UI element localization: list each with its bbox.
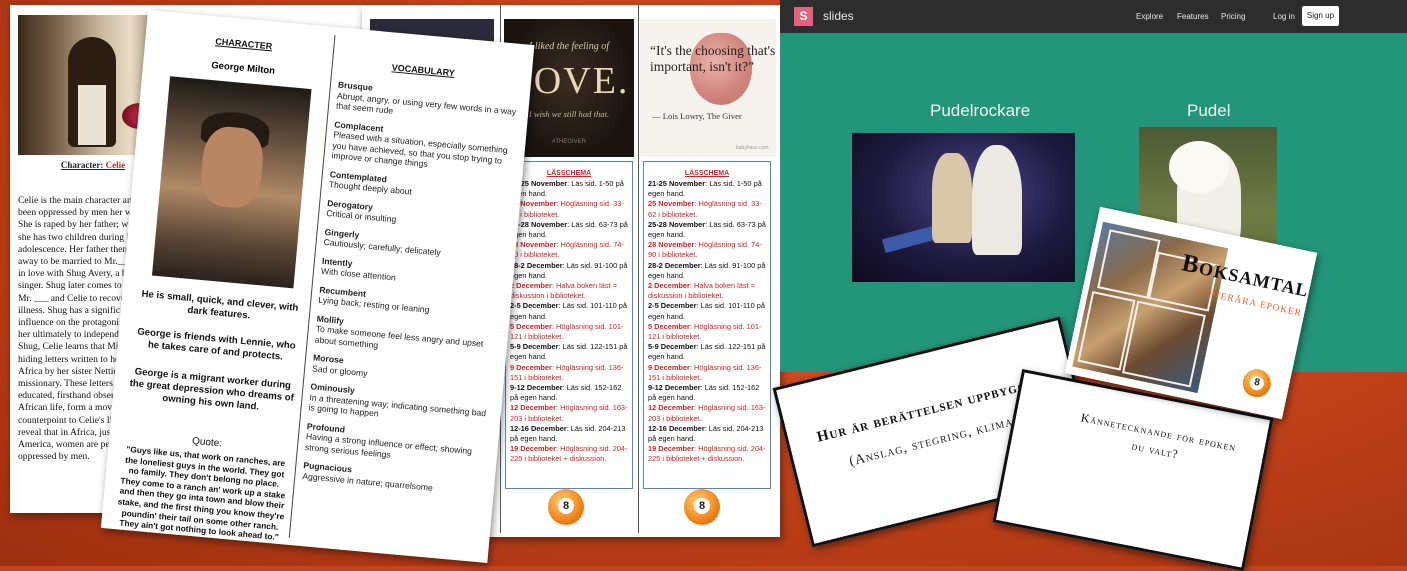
schedule-entry: 9-12 December: Läs sid. 152-162 på egen … — [510, 383, 622, 403]
schedule-entry: 5 December: Högläsning sid. 101-121 i bi… — [510, 321, 624, 342]
nav-log-in[interactable]: Log in — [1273, 12, 1295, 21]
eight-ball-icon: 8 — [684, 489, 720, 525]
schedule-entry: 28-2 December: Läs sid. 91-100 på egen h… — [510, 260, 628, 280]
schedule-entry: 12-16 December: Läs sid. 204-213 på egen… — [648, 423, 764, 444]
schedule-entry: 25 November: Högläsning sid. 33-62 i bib… — [510, 199, 624, 219]
vocabulary-heading: VOCABULARY — [391, 62, 456, 79]
quote-text: "Guys like us, that work on ranches, are… — [117, 443, 286, 543]
schedule-title: LÄSSCHEMA — [684, 170, 730, 177]
schedule-entry: 28 November: Högläsning sid. 74-90 i bib… — [648, 240, 762, 260]
reading-schedule-box: LÄSSCHEMA 21-25 November: Läs sid. 1-50 … — [505, 161, 633, 489]
schedule-entry: 5 December: Högläsning sid. 101-121 i bi… — [648, 321, 762, 342]
schedule-entry: 2-5 December: Läs sid. 101-110 på egen h… — [648, 301, 765, 321]
slides-topbar: S slides Explore Features Pricing Log in… — [780, 0, 1407, 33]
schedule-entry: 12-16 December: Läs sid. 204-213 på egen… — [510, 423, 626, 444]
schedule-entry: 12 December: Högläsning sid. 163-203 i b… — [510, 403, 628, 423]
schedule-entry: 28 November: Högläsning sid. 74-90 i bib… — [510, 240, 624, 260]
character-description: George is a migrant worker during the gr… — [129, 366, 295, 413]
slides-brand[interactable]: slides — [823, 9, 854, 23]
schedule-entry: 2 December: Halva boken läst = diskussio… — [510, 281, 618, 301]
character-description: George is friends with Lennie, who he ta… — [136, 326, 297, 363]
schedule-entry: 9 December: Högläsning sid. 136-151 i bi… — [648, 362, 762, 382]
schedule-entry: 12 December: Högläsning sid. 163-203 i b… — [648, 403, 766, 423]
schedule-entry: 5-9 December: Läs sid. 122-151 på egen h… — [648, 342, 766, 362]
schedule-entry: 19 December: Högläsning sid. 204-225 i b… — [648, 444, 766, 464]
schedule-entry: 5-9 December: Läs sid. 122-151 på egen h… — [510, 342, 628, 362]
question-heading: Kännetecknande för epoken du valt? — [1079, 410, 1238, 462]
character-name: George Milton — [210, 59, 276, 77]
character-heading: CHARACTER — [214, 36, 273, 52]
nav-explore[interactable]: Explore — [1136, 12, 1163, 21]
slides-logo-icon[interactable]: S — [794, 7, 813, 26]
rockers-photo — [852, 133, 1075, 282]
giver-quote-image: “It's the choosing that's important, isn… — [640, 19, 776, 157]
schedule-entry: 21-25 November: Läs sid. 1-50 på egen ha… — [510, 179, 624, 199]
eight-ball-icon: 8 — [548, 489, 584, 525]
sign-up-button[interactable]: Sign up — [1302, 6, 1339, 26]
schedule-entry: 2 December: Halva boken läst = diskussio… — [648, 281, 756, 301]
schedule-entry: 28-2 December: Läs sid. 91-100 på egen h… — [648, 260, 766, 280]
schedule-entry: 25-28 November: Läs sid. 63-73 på egen h… — [648, 219, 766, 240]
nav-pricing[interactable]: Pricing — [1221, 12, 1245, 21]
schedule-entry: 21-25 November: Läs sid. 1-50 på egen ha… — [648, 179, 762, 199]
eight-ball-icon: 8 — [1240, 366, 1274, 400]
schedule-entry: 9-12 December: Läs sid. 152-162 på egen … — [648, 383, 760, 403]
character-description: He is small, quick, and clever, with dar… — [141, 288, 299, 322]
nav-features[interactable]: Features — [1177, 12, 1209, 21]
schedule-entries: 21-25 November: Läs sid. 1-50 på egen ha… — [644, 177, 770, 467]
reading-schedule-box: LÄSSCHEMA 21-25 November: Läs sid. 1-50 … — [643, 161, 771, 489]
schedule-entries: 21-25 November: Läs sid. 1-50 på egen ha… — [506, 177, 632, 467]
schedule-entry: 2-5 December: Läs sid. 101-110 på egen h… — [510, 301, 627, 321]
schedule-title: LÄSSCHEMA — [546, 170, 592, 177]
george-portrait — [151, 76, 312, 289]
schedule-entry: 25 November: Högläsning sid. 33-62 i bib… — [648, 199, 762, 219]
schedule-entry: 19 December: Högläsning sid. 204-225 i b… — [510, 444, 628, 464]
schedule-entry: 9 December: Högläsning sid. 136-151 i bi… — [510, 362, 624, 382]
schedule-entry: 25-28 November: Läs sid. 63-73 på egen h… — [510, 219, 628, 240]
slide-label-pudelrockare: Pudelrockare — [930, 101, 1031, 120]
vocabulary-list: Brusque Abrupt, angry, or using very few … — [302, 80, 518, 498]
george-milton-card: CHARACTER George Milton He is small, qui… — [100, 10, 535, 564]
paintings-collage — [1072, 221, 1229, 394]
slide-label-pudel: Pudel — [1187, 101, 1231, 120]
